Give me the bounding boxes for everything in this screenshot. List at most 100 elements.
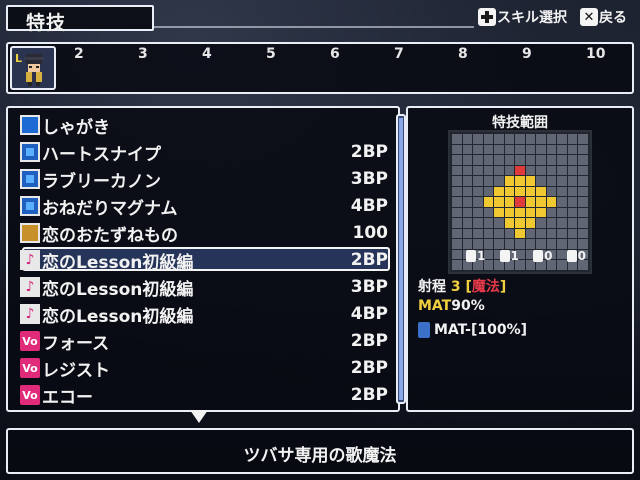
skill-name: ラブリーカノン [42, 171, 161, 192]
range-cell [567, 155, 578, 165]
range-cell [515, 144, 525, 155]
range-cell [515, 186, 525, 197]
skill-row[interactable]: ラブリーカノン 3BP [20, 166, 388, 192]
square-skill-icon [20, 169, 40, 189]
skill-cost: 2BP [350, 142, 388, 162]
skill-row[interactable]: Vo フォース 2BP [20, 328, 388, 354]
range-cell [536, 176, 546, 186]
range-cell [536, 144, 546, 155]
party-slot-10[interactable]: 10 [586, 46, 605, 62]
range-type: 魔法 [471, 279, 500, 295]
range-cell [525, 218, 536, 228]
range-cell [462, 228, 473, 239]
range-cell [452, 134, 462, 144]
range-cell [504, 134, 515, 144]
range-cell [578, 144, 588, 155]
skill-row-selected[interactable]: ♪ 恋のLesson初級編 2BP [20, 247, 388, 273]
range-cell [578, 165, 588, 176]
mat-label: MAT [418, 298, 452, 314]
skill-cost: 2BP [350, 331, 388, 351]
range-cell [483, 197, 494, 207]
range-cell [525, 207, 536, 218]
range-cell [473, 144, 483, 155]
back-hint[interactable]: ✕ 戻る [580, 7, 627, 27]
music-note-icon: ♪ [20, 277, 40, 297]
party-slot-4[interactable]: 4 [202, 46, 212, 62]
scroll-down-arrow-icon[interactable] [190, 410, 208, 423]
stat-up-icon: 1 [466, 246, 485, 266]
stat-value: 0 [577, 249, 586, 263]
stat-value: 1 [510, 249, 519, 263]
skill-cost: 2BP [350, 250, 388, 270]
party-slot-6[interactable]: 6 [330, 46, 340, 62]
skill-row[interactable]: ハートスナイプ 2BP [20, 139, 388, 165]
party-bar: L 2 3 4 5 6 7 8 9 10 [6, 42, 634, 94]
skill-row[interactable]: Vo レジスト 2BP [20, 355, 388, 381]
skill-name: フォース [42, 333, 110, 354]
square-skill-icon [20, 142, 40, 162]
range-cell [557, 144, 567, 155]
range-cell [483, 186, 494, 197]
party-slot-7[interactable]: 7 [394, 46, 404, 62]
range-cell [473, 165, 483, 176]
range-cell [567, 165, 578, 176]
range-cell [452, 186, 462, 197]
party-slot-9[interactable]: 9 [522, 46, 532, 62]
range-cell [462, 218, 473, 228]
skill-row[interactable]: 恋のおたずねもの 100 [20, 220, 388, 246]
party-slot-3[interactable]: 3 [138, 46, 148, 62]
skill-name: 恋のLesson初級編 [42, 252, 194, 273]
range-cell [557, 197, 567, 207]
debuff-icon [418, 322, 430, 338]
range-cell [557, 228, 567, 239]
skill-row[interactable]: Vo エコー 2BP [20, 382, 388, 408]
range-cell [515, 176, 525, 186]
range-cell [546, 134, 557, 144]
skill-cost: 3BP [350, 277, 388, 297]
range-cell [452, 228, 462, 239]
range-line: 射程 3 [魔法] [418, 279, 507, 295]
range-cell [525, 197, 536, 207]
mat-debuff-line: MAT-[100%] [418, 322, 527, 338]
range-cell [483, 134, 494, 144]
range-cell [494, 228, 504, 239]
range-cell [567, 144, 578, 155]
range-cell [504, 176, 515, 186]
range-cell [452, 155, 462, 165]
range-cell [483, 228, 494, 239]
range-cell [473, 218, 483, 228]
range-cell [525, 155, 536, 165]
range-cell [452, 165, 462, 176]
range-cell [462, 165, 473, 176]
skill-range-panel: 特技範囲 1 1 0 0 射程 3 [魔法] MAT90% MAT-[100%] [406, 106, 634, 412]
scrollbar[interactable] [396, 114, 406, 404]
skill-cost: 3BP [350, 169, 388, 189]
range-cell [515, 165, 525, 176]
range-cell [536, 207, 546, 218]
range-cell [504, 207, 515, 218]
range-cell [536, 186, 546, 197]
range-cell [525, 186, 536, 197]
mat-line: MAT90% [418, 298, 485, 314]
range-cell [525, 165, 536, 176]
scroll-thumb[interactable] [399, 118, 403, 400]
range-cell [483, 207, 494, 218]
range-cell [515, 197, 525, 207]
skill-row[interactable]: ♪ 恋のLesson初級編 4BP [20, 301, 388, 327]
party-slot-1[interactable]: L [10, 46, 56, 90]
skill-row[interactable]: しゃがき [20, 112, 388, 138]
range-cell [578, 134, 588, 144]
range-cell [504, 197, 515, 207]
skill-row[interactable]: ♪ 恋のLesson初級編 3BP [20, 274, 388, 300]
range-cell [462, 155, 473, 165]
description-box: ツバサ専用の歌魔法 [6, 428, 634, 474]
range-cell [452, 249, 462, 260]
range-cell [578, 197, 588, 207]
skill-cost: 2BP [350, 385, 388, 405]
range-cell [494, 186, 504, 197]
skill-name: レジスト [42, 360, 110, 381]
skill-row[interactable]: おねだりマグナム 4BP [20, 193, 388, 219]
party-slot-8[interactable]: 8 [458, 46, 468, 62]
party-slot-2[interactable]: 2 [74, 46, 84, 62]
party-slot-5[interactable]: 5 [266, 46, 276, 62]
